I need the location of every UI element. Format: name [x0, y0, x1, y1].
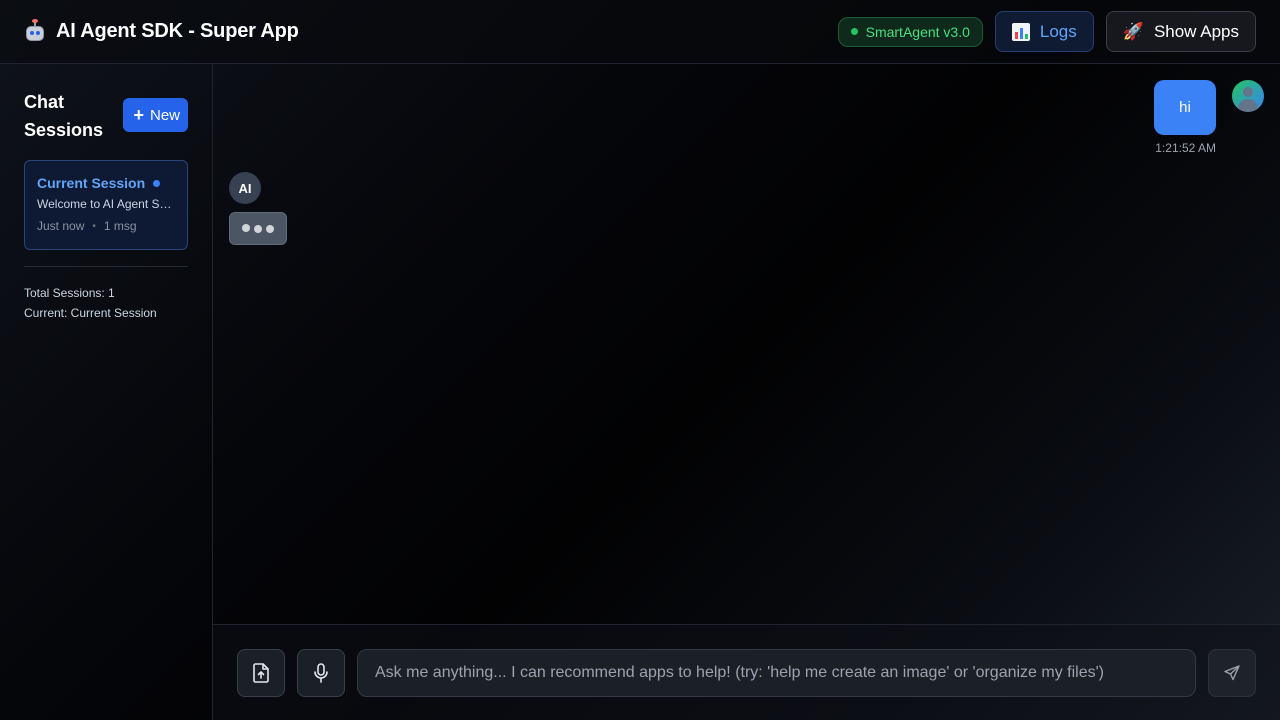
new-session-label: New [149, 106, 180, 124]
active-session-dot-icon [153, 179, 161, 187]
sessions-title: Chat Sessions [24, 92, 104, 140]
file-upload-icon [253, 663, 269, 683]
voice-input-button[interactable] [297, 649, 345, 697]
bar-chart-icon [1011, 22, 1030, 41]
session-stats: Total Sessions: 1 Current: Current Sessi… [24, 283, 188, 323]
plus-icon: + [133, 105, 144, 125]
sidebar-divider [24, 266, 188, 267]
session-name: Current Session [37, 175, 146, 191]
session-message-count: 1 msg [103, 219, 137, 233]
meta-separator: • [92, 220, 96, 232]
session-meta: Just now • 1 msg [37, 219, 175, 233]
header-actions: SmartAgent v3.0 Logs 🚀 Show Apps [837, 11, 1256, 52]
send-icon [1224, 665, 1240, 681]
upload-file-button[interactable] [237, 649, 285, 697]
session-preview: Welcome to AI Agent SDK! I can help you… [37, 197, 175, 211]
show-apps-label: Show Apps [1153, 21, 1239, 41]
show-apps-button[interactable]: 🚀 Show Apps [1105, 11, 1256, 52]
ai-avatar: AI [229, 172, 261, 204]
agent-status-badge: SmartAgent v3.0 [837, 16, 983, 47]
typing-dot [254, 224, 262, 233]
new-session-button[interactable]: + New [123, 98, 188, 132]
robot-icon [24, 18, 46, 43]
status-dot-icon [850, 28, 858, 35]
user-avatar [1232, 80, 1264, 112]
current-session-stat: Current: Current Session [24, 306, 157, 320]
typing-dot [266, 224, 274, 233]
send-button[interactable] [1208, 649, 1256, 697]
rocket-icon: 🚀 [1122, 22, 1144, 41]
typing-dot [242, 223, 250, 232]
logs-button[interactable]: Logs [994, 11, 1094, 52]
session-item[interactable]: Current Session Welcome to AI Agent SDK!… [24, 160, 188, 250]
chat-message-input[interactable] [357, 649, 1196, 697]
composer-bar [213, 624, 1280, 720]
chat-area: hi 1:21:52 AM AI [213, 64, 1280, 624]
message-timestamp: 1:21:52 AM [1155, 141, 1216, 155]
sessions-sidebar: Chat Sessions + New Current Session Welc… [0, 64, 213, 720]
user-message: hi 1:21:52 AM [1154, 80, 1216, 155]
session-time: Just now [37, 219, 85, 233]
sidebar-header: Chat Sessions + New [24, 88, 188, 144]
logs-label: Logs [1039, 21, 1077, 41]
user-message-bubble: hi [1154, 80, 1216, 135]
total-sessions-stat: Total Sessions: 1 [24, 286, 115, 300]
top-header: AI Agent SDK - Super App SmartAgent v3.0… [0, 0, 1280, 64]
app-root: AI Agent SDK - Super App SmartAgent v3.0… [0, 0, 1280, 720]
agent-status-label: SmartAgent v3.0 [865, 23, 970, 40]
app-title: AI Agent SDK - Super App [56, 20, 299, 42]
microphone-icon [314, 663, 328, 683]
ai-typing-indicator [229, 212, 287, 245]
brand: AI Agent SDK - Super App [24, 18, 299, 43]
session-name-row: Current Session [37, 175, 175, 191]
